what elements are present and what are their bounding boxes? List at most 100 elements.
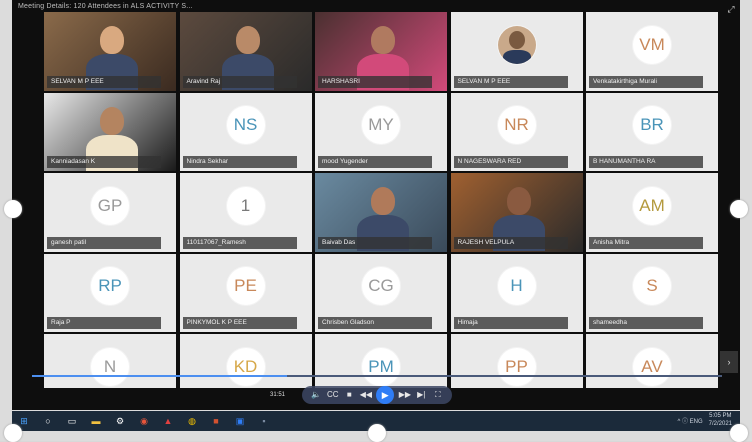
participant-name: Baivab Das — [318, 236, 432, 249]
avatar-initials: AV — [633, 347, 671, 386]
resize-handle-right[interactable] — [730, 200, 748, 218]
progress-fill — [32, 375, 288, 377]
participant-tile[interactable]: 1 110117067_Ramesh — [179, 173, 312, 252]
browser-icon[interactable]: ◉ — [135, 414, 153, 428]
participant-tile[interactable]: NR N NAGESWARA RED — [450, 92, 583, 171]
participant-tile[interactable]: PP — [450, 334, 583, 388]
clock[interactable]: 5:05 PM 7/2/2021 — [709, 412, 732, 428]
media-player-icon[interactable]: ▣ — [231, 414, 249, 428]
expand-icon[interactable]: ⤢ — [726, 4, 736, 14]
participant-tile[interactable]: BR B HANUMANTHA RA — [586, 92, 718, 171]
participant-tile[interactable]: AV — [586, 334, 718, 388]
participant-tile[interactable]: PM — [315, 334, 447, 388]
avatar-initials: AM — [633, 186, 671, 225]
participant-name: RAJESH VELPULA — [453, 236, 568, 249]
participant-tile[interactable]: PE PINKYMOL K P EEE — [179, 253, 312, 332]
participant-name: B HANUMANTHA RA — [589, 156, 703, 168]
avatar-initials: GP — [91, 186, 129, 225]
avatar-initials: PM — [362, 347, 400, 386]
participant-tile[interactable]: HARSHASRI — [315, 12, 447, 91]
participant-tile[interactable]: Aravind Raj — [179, 12, 312, 91]
file-explorer-icon[interactable]: ▬ — [87, 414, 105, 428]
participant-tile[interactable]: MY mood Yugender — [315, 92, 447, 171]
video-player: Meeting Details: 120 Attendees in ALS AC… — [12, 0, 740, 410]
settings-icon[interactable]: ⚙ — [111, 414, 129, 428]
avatar-initials: S — [633, 267, 671, 306]
powerpoint-icon[interactable]: ■ — [207, 414, 225, 428]
participant-name: Anisha Mitra — [589, 236, 703, 249]
participant-name: Nindra Sekhar — [182, 156, 297, 168]
volume-icon[interactable]: 🔈 — [310, 386, 322, 404]
forward-icon[interactable]: ▶▶ — [399, 386, 411, 404]
pdf-icon[interactable]: ▲ — [159, 414, 177, 428]
participant-name: N NAGESWARA RED — [453, 156, 568, 168]
participant-tile[interactable]: N — [44, 334, 176, 388]
tray-icons[interactable]: ^ ⓘ ENG — [677, 416, 702, 425]
participant-tile[interactable]: SELVAN M P EEE — [450, 12, 583, 91]
screen-frame: Meeting Details: 120 Attendees in ALS AC… — [0, 0, 752, 442]
participant-grid: SELVAN M P EEE Aravind Raj HARSHASRI SELVAN… — [44, 12, 718, 388]
participant-name: mood Yugender — [318, 156, 432, 168]
participant-name: shameedha — [589, 317, 703, 329]
avatar-initials: N — [91, 347, 129, 386]
stop-icon[interactable]: ■ — [343, 386, 355, 404]
participant-name: Chrisben Gladson — [318, 317, 432, 329]
avatar-initials: KD — [226, 347, 265, 386]
avatar-initials: BR — [633, 106, 671, 145]
avatar-initials: PP — [497, 347, 536, 386]
meeting-title: Meeting Details: 120 Attendees in ALS AC… — [18, 3, 193, 10]
participant-tile[interactable]: Baivab Das — [315, 173, 447, 252]
panel-toggle-icon[interactable]: › — [720, 351, 738, 373]
participant-tile[interactable]: RP Raja P — [44, 253, 176, 332]
avatar-initials: NS — [226, 106, 265, 145]
avatar-initials: 1 — [226, 186, 265, 225]
resize-handle-bottom-left[interactable] — [4, 424, 22, 442]
participant-name: Venkatakirthiga Murali — [589, 75, 703, 88]
participant-tile[interactable]: VM Venkatakirthiga Murali — [586, 12, 718, 91]
avatar-initials: CG — [362, 267, 400, 306]
participant-name: Aravind Raj — [182, 75, 297, 88]
elapsed-time: 31:51 — [270, 392, 286, 398]
avatar-initials: PE — [226, 267, 265, 306]
search-icon[interactable]: ○ — [39, 414, 57, 428]
participant-tile[interactable]: Sshameedha — [586, 253, 718, 332]
participant-tile[interactable]: RAJESH VELPULA — [450, 173, 583, 252]
play-button[interactable]: ▶ — [376, 386, 395, 404]
participant-tile[interactable]: AM Anisha Mitra — [586, 173, 718, 252]
participant-tile[interactable]: Kanniadasan K — [44, 92, 176, 171]
avatar-initials: RP — [91, 267, 129, 306]
avatar-initials: NR — [497, 106, 536, 145]
avatar-initials: H — [497, 267, 536, 306]
avatar-initials: MY — [362, 106, 400, 145]
resize-handle-bottom[interactable] — [368, 424, 386, 442]
avatar-initials: VM — [633, 25, 671, 64]
resize-handle-bottom-right[interactable] — [730, 424, 748, 442]
participant-tile[interactable]: KD — [179, 334, 312, 388]
cc-icon[interactable]: CC — [327, 386, 339, 404]
clock-date: 7/2/2021 — [708, 421, 732, 427]
chrome-icon[interactable]: ◍ — [183, 414, 201, 428]
clock-time: 5:05 PM — [709, 413, 732, 419]
participant-name: PINKYMOL K P EEE — [182, 317, 297, 329]
participant-tile[interactable]: NS Nindra Sekhar — [179, 92, 312, 171]
participant-name: ganesh patil — [47, 236, 161, 249]
participant-name: Kanniadasan K — [47, 156, 161, 168]
participant-tile[interactable]: GP ganesh patil — [44, 173, 176, 252]
participant-tile[interactable]: SELVAN M P EEE — [44, 12, 176, 91]
rewind-icon[interactable]: ◀◀ — [360, 386, 372, 404]
app-icon[interactable]: ▪ — [255, 414, 273, 428]
resize-handle-left[interactable] — [4, 200, 22, 218]
system-tray: ^ ⓘ ENG 5:05 PM 7/2/2021 — [677, 412, 732, 428]
progress-bar[interactable] — [32, 375, 722, 377]
participant-tile[interactable]: CG Chrisben Gladson — [315, 253, 447, 332]
participant-name: Himaja — [453, 317, 568, 329]
participant-name: 110117067_Ramesh — [182, 236, 297, 249]
next-icon[interactable]: ▶| — [415, 386, 427, 404]
task-view-icon[interactable]: ▭ — [63, 414, 81, 428]
participant-name: Raja P — [47, 317, 161, 329]
fullscreen-icon[interactable]: ⛶ — [432, 386, 444, 404]
avatar-photo — [497, 25, 536, 64]
participant-tile[interactable]: H Himaja — [450, 253, 583, 332]
participant-name: SELVAN M P EEE — [453, 75, 568, 88]
player-controls: 🔈 CC ■ ◀◀ ▶ ▶▶ ▶| ⛶ — [302, 386, 452, 404]
